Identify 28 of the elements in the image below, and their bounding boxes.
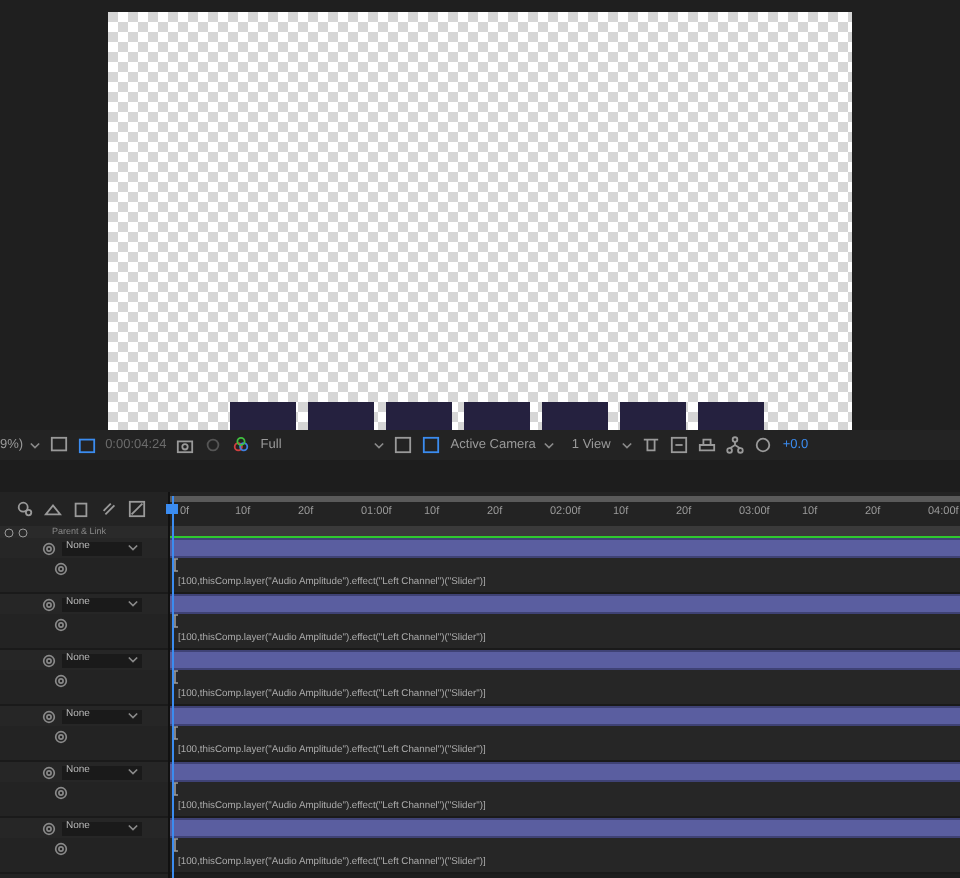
- caret-icon: [29, 441, 40, 449]
- caret-icon: [128, 656, 138, 664]
- graph-editor-icon[interactable]: [128, 500, 146, 518]
- caret-icon: [543, 441, 554, 449]
- keyframe-marker-icon: [172, 558, 178, 572]
- keyframe-marker-icon: [172, 614, 178, 628]
- keyframe-marker-icon: [172, 726, 178, 740]
- zoom-icon[interactable]: [670, 436, 689, 454]
- playhead-handle[interactable]: [166, 504, 178, 514]
- toggle-icon[interactable]: [642, 436, 661, 454]
- motion-blur-icon[interactable]: [72, 500, 90, 518]
- flowchart-icon[interactable]: [726, 436, 745, 454]
- camera-icon[interactable]: [176, 436, 195, 454]
- keyframe-marker-icon: [172, 782, 178, 796]
- render-icon[interactable]: [698, 436, 717, 454]
- mask-icon[interactable]: [77, 436, 96, 454]
- caret-icon: [128, 712, 138, 720]
- caret-icon: [128, 544, 138, 552]
- keyframe-marker-icon: [172, 838, 178, 852]
- exposure-icon[interactable]: [754, 436, 773, 454]
- caret-icon: [128, 768, 138, 776]
- caret-icon: [622, 441, 633, 449]
- caret-icon: [128, 600, 138, 608]
- caret-icon: [374, 441, 385, 449]
- frame-blending-icon[interactable]: [44, 500, 62, 518]
- keyframe-marker-icon: [172, 670, 178, 684]
- color-icon[interactable]: [232, 436, 251, 454]
- caret-icon: [128, 824, 138, 832]
